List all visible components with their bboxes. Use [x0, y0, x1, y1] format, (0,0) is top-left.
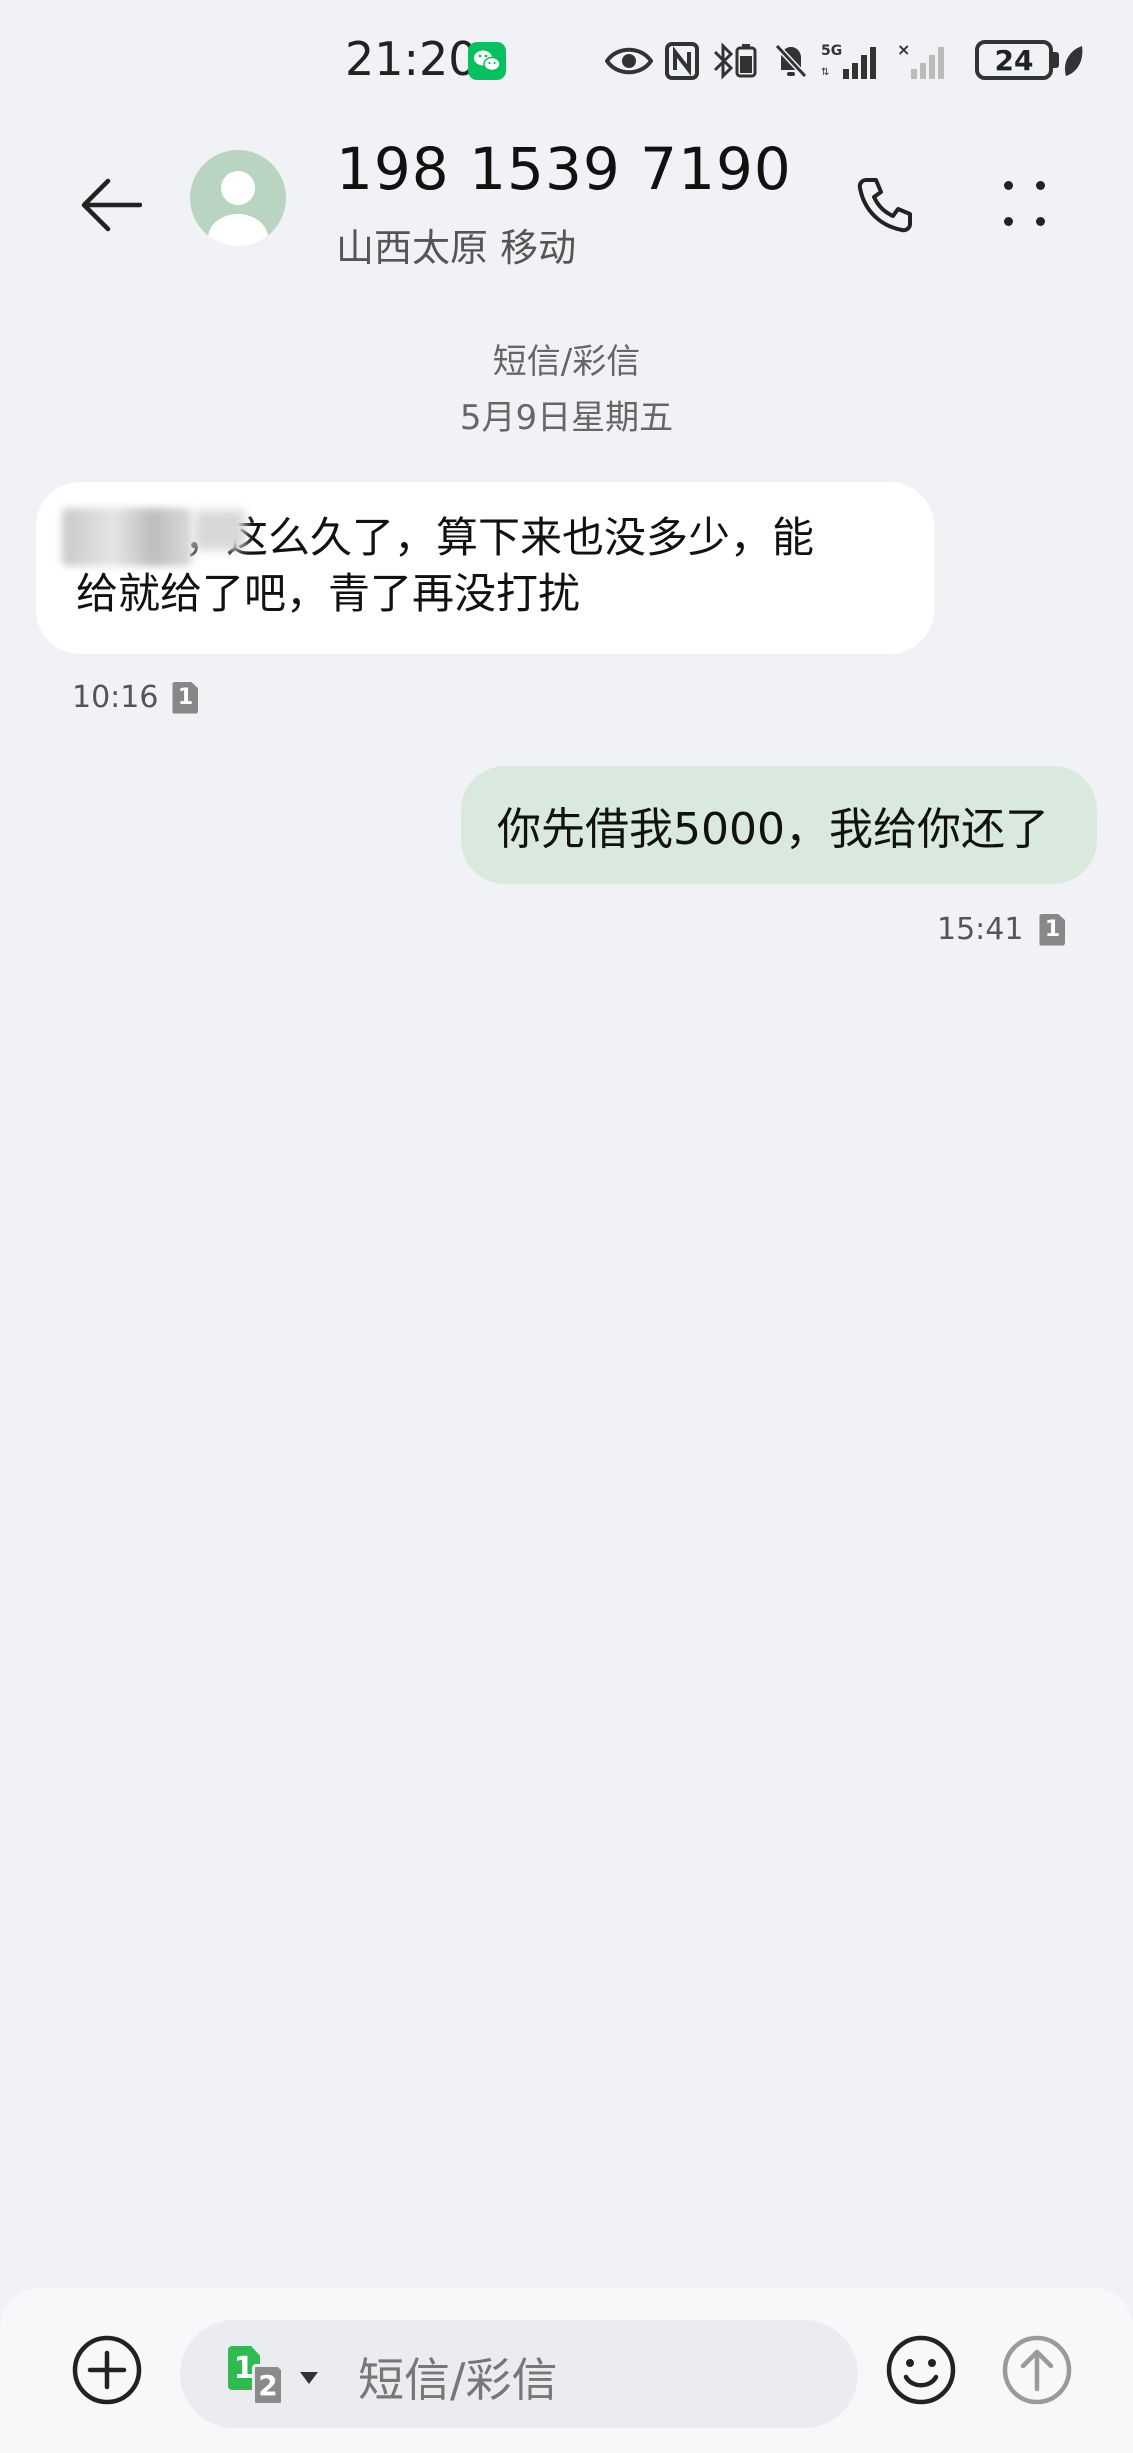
- more-dot: [1036, 181, 1045, 190]
- avatar[interactable]: [190, 150, 286, 246]
- outgoing-message-text: 你先借我5000，我给你还了: [497, 804, 1049, 855]
- svg-text:5G: 5G: [821, 43, 842, 59]
- input-placeholder: 短信/彩信: [358, 2353, 558, 2407]
- redacted-text-mosaic: [62, 508, 192, 566]
- message-composer: 1 2 短信/彩信: [0, 2288, 1133, 2453]
- incoming-message-meta: 10:16 1: [72, 680, 199, 715]
- add-attachment-button[interactable]: [70, 2333, 144, 2407]
- conversation-header: 198 1539 7190 山西太原 移动: [0, 125, 1133, 295]
- status-time: 21:20: [345, 32, 478, 86]
- emoji-icon: [886, 2335, 956, 2405]
- eye-icon: [605, 47, 653, 75]
- sim-switch-icon[interactable]: 1 2: [228, 2342, 318, 2406]
- svg-text:⇅: ⇅: [821, 67, 829, 78]
- back-button[interactable]: [70, 165, 150, 245]
- battery-level: 24: [994, 43, 1034, 77]
- nfc-icon: [665, 42, 699, 80]
- call-button[interactable]: [845, 165, 925, 245]
- sim-card-icon: 1: [172, 681, 199, 714]
- leaf-icon: [1064, 46, 1083, 76]
- more-dot: [1004, 217, 1013, 226]
- avatar-person-icon: [208, 171, 268, 246]
- wechat-icon: [468, 42, 506, 80]
- sim2-badge: 2: [252, 2364, 284, 2406]
- more-dot: [1036, 217, 1045, 226]
- back-arrow-icon: [81, 178, 142, 232]
- incoming-message-time: 10:16: [72, 680, 159, 715]
- outgoing-message-bubble[interactable]: 你先借我5000，我给你还了: [461, 766, 1097, 884]
- redacted-text-mosaic: [195, 510, 245, 550]
- status-bar: 21:20 5G ⇅ × 24: [0, 0, 1133, 125]
- outgoing-message-meta: 15:41 1: [937, 912, 1066, 947]
- message-date-label: 5月9日星期五: [459, 398, 674, 438]
- sim-card-icon: 1: [1039, 913, 1066, 946]
- mute-bell-icon: [774, 43, 808, 79]
- bluetooth-battery-icon: [713, 42, 757, 80]
- more-button[interactable]: [985, 165, 1065, 245]
- incoming-message-line2: 给就给了吧，青了再没打扰: [76, 569, 581, 618]
- outgoing-message-time: 15:41: [937, 912, 1024, 947]
- message-type-label: 短信/彩信: [492, 342, 641, 382]
- send-button[interactable]: [1000, 2333, 1074, 2407]
- phone-icon: [857, 178, 912, 233]
- message-input[interactable]: 1 2 短信/彩信: [180, 2320, 858, 2428]
- battery-icon: 24: [975, 40, 1053, 80]
- status-icons: 5G ⇅ ×: [605, 36, 953, 86]
- battery-tip: [1053, 52, 1059, 68]
- signal-5g-icon: 5G ⇅: [821, 43, 876, 79]
- add-circle-icon: [72, 2335, 142, 2405]
- emoji-button[interactable]: [884, 2333, 958, 2407]
- send-arrow-icon: [1002, 2335, 1072, 2405]
- contact-number: 198 1539 7190: [336, 135, 792, 203]
- contact-location: 山西太原 移动: [336, 226, 577, 270]
- signal-no-service-icon: ×: [897, 41, 944, 79]
- more-dots-icon: [1004, 181, 1013, 190]
- svg-text:×: ×: [897, 41, 910, 59]
- chevron-down-icon: [300, 2372, 318, 2384]
